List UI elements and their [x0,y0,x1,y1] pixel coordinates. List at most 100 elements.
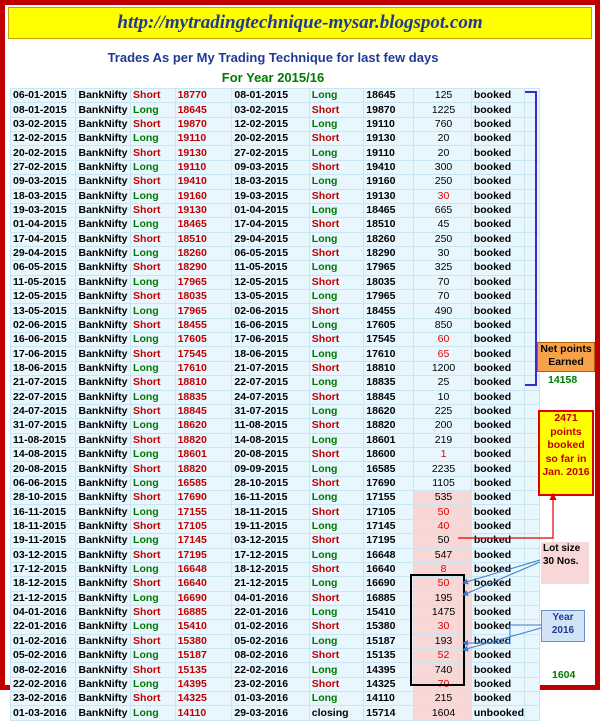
exit-date: 19-03-2015 [231,188,310,204]
exit-type: Short [308,102,365,118]
points: 30 [413,245,472,262]
exit-price: 16585 [363,461,415,477]
status: booked [470,490,526,506]
table-row: 01-04-2015 BankNifty Long 18465 17-04-2015 Sh… [9,217,540,233]
symbol: BankNifty [75,518,132,535]
entry-type: Long [130,590,176,606]
status: booked [470,389,526,405]
status: booked [470,375,526,391]
blog-url-banner[interactable]: http://mytradingtechnique-mysar.blogspot… [8,7,592,39]
exit-type: Short [308,332,365,348]
entry-date: 11-08-2015 [9,432,77,448]
symbol: BankNifty [75,504,132,520]
exit-date: 09-09-2015 [231,461,310,477]
spacer-cell [524,691,540,707]
entry-price: 18260 [174,245,233,262]
spacer-cell [524,518,540,535]
exit-type: Long [308,145,365,161]
exit-price: 18620 [363,403,415,420]
entry-date: 18-11-2015 [9,518,77,535]
status: booked [470,303,526,319]
spacer-cell [524,576,540,592]
entry-date: 04-01-2016 [9,604,77,621]
exit-date: 22-01-2016 [231,604,310,621]
exit-type: Long [308,461,365,477]
exit-date: 12-05-2015 [231,274,310,291]
exit-date: 31-07-2015 [231,403,310,420]
exit-price: 19110 [363,145,415,161]
entry-price: 18510 [174,231,233,247]
exit-price: 18465 [363,202,415,219]
status: booked [470,289,526,305]
table-row: 06-01-2015 BankNifty Short 18770 08-01-2015 L… [9,87,540,104]
status: booked [470,418,526,434]
exit-type: Long [308,317,365,334]
exit-type: Long [308,490,365,506]
table-row: 16-11-2015 BankNifty Long 17155 18-11-2015 Sh… [9,504,540,520]
table-row: 18-11-2015 BankNifty Short 17105 19-11-2015 L… [9,518,540,535]
entry-type: Short [130,145,176,161]
exit-date: 17-06-2015 [231,332,310,348]
points: 1225 [413,102,472,118]
entry-price: 19110 [174,131,233,147]
exit-type: Long [308,87,365,104]
spacer-cell [524,604,540,621]
entry-type: Long [130,245,176,262]
points: 850 [413,317,472,334]
exit-date: 17-12-2015 [231,547,310,563]
exit-price: 17965 [363,260,415,276]
entry-type: Long [130,188,176,204]
status: booked [470,676,526,693]
symbol: BankNifty [75,490,132,506]
exit-price: 15714 [363,705,415,721]
exit-date: 20-08-2015 [231,446,310,463]
exit-date: 16-11-2015 [231,490,310,506]
entry-date: 16-06-2015 [9,332,77,348]
symbol: BankNifty [75,389,132,405]
exit-date: 09-03-2015 [231,159,310,176]
entry-type: Short [130,461,176,477]
exit-type: Short [308,418,365,434]
exit-price: 18035 [363,274,415,291]
points: 70 [413,274,472,291]
table-row: 21-07-2015 BankNifty Short 18810 22-07-2015 L… [9,375,540,391]
exit-date: 18-11-2015 [231,504,310,520]
spacer-cell [524,504,540,520]
entry-type: Short [130,662,176,678]
table-row: 01-03-2016 BankNifty Long 14110 29-03-2016 cl… [9,705,540,721]
points: 1200 [413,360,472,377]
symbol: BankNifty [75,217,132,233]
exit-price: 19870 [363,102,415,118]
entry-type: Short [130,490,176,506]
spacer-cell [524,648,540,664]
table-row: 12-02-2015 BankNifty Long 19110 20-02-2015 Sh… [9,131,540,147]
exit-type: Long [308,633,365,650]
spacer-cell [524,676,540,693]
exit-price: 19160 [363,174,415,190]
entry-price: 15380 [174,633,233,650]
entry-price: 18770 [174,87,233,104]
entry-type: Short [130,518,176,535]
entry-type: Short [130,547,176,563]
symbol: BankNifty [75,576,132,592]
entry-price: 18820 [174,461,233,477]
exit-type: Long [308,604,365,621]
entry-date: 06-06-2015 [9,475,77,492]
exit-type: Short [308,274,365,291]
entry-type: Short [130,576,176,592]
exit-price: 15135 [363,648,415,664]
spacer-cell [524,633,540,650]
entry-price: 19160 [174,188,233,204]
exit-type: Short [308,303,365,319]
entry-price: 14395 [174,676,233,693]
year-2016-points-box [410,574,465,686]
points: 125 [413,87,472,104]
exit-type: Long [308,576,365,592]
symbol: BankNifty [75,360,132,377]
exit-type: Short [308,245,365,262]
symbol: BankNifty [75,145,132,161]
entry-price: 17155 [174,504,233,520]
exit-price: 18290 [363,245,415,262]
exit-price: 18820 [363,418,415,434]
symbol: BankNifty [75,317,132,334]
